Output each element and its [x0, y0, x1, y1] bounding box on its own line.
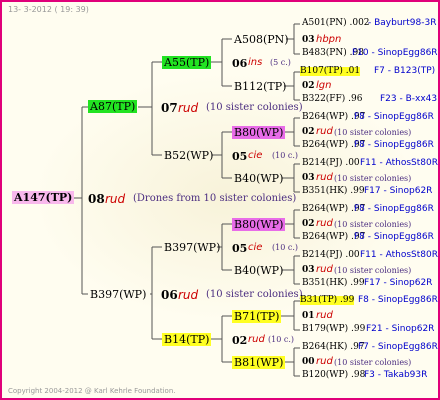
p2b-d-bot-id: B120(WP) .98: [302, 370, 366, 380]
p2a-d-bot-source: F17 - Sinop62R: [364, 278, 433, 288]
p1b-d-note: (10 sister colonies): [334, 174, 412, 183]
node-b80-lower[interactable]: B80(WP): [232, 218, 286, 231]
p2a-d-top-source: F11 - AthosSt80R: [360, 250, 438, 260]
p2b-d-generation: 00: [302, 357, 315, 367]
p2a-d-top-id: B214(PJ) .00: [302, 250, 360, 260]
p1a-d-generation: 02: [302, 81, 315, 91]
p2b-s-top-id: B31(TP) .99: [300, 295, 355, 305]
copyright-footer: Copyright 2004-2012 @ Karl Kehrle Founda…: [8, 387, 176, 395]
p1b-d-top-source: F11 - AthosSt80R: [360, 158, 438, 168]
p1a-d-bot-id: B322(FF) .96: [302, 94, 363, 104]
node-a87[interactable]: A87(TP): [88, 100, 138, 113]
p2b-s-generation: 01: [302, 311, 315, 321]
p1a-queen-mark: ins: [248, 57, 263, 68]
root-queen-node[interactable]: A147(TP): [12, 191, 75, 204]
p1b-s-note: (10 sister colonies): [334, 128, 412, 137]
node-b81[interactable]: B81(WP): [232, 356, 286, 369]
p1-generation: 07: [161, 101, 178, 115]
p1b-s-bot-source: F8 - SinopEgg86R: [354, 140, 434, 150]
p2a-queen-mark: cie: [248, 242, 263, 253]
p1a-d-top-source: F7 - B123(TP): [374, 66, 436, 76]
p1b-s-queen-mark: rud: [316, 126, 333, 137]
p2b-s-queen-mark: rud: [316, 310, 333, 321]
p1a-d-bot-source: F23 - B-xx43: [380, 94, 438, 104]
p1-note: (10 sister colonies): [206, 102, 303, 113]
node-b80-upper[interactable]: B80(WP): [232, 126, 286, 139]
p2a-note: (10 c.): [272, 243, 298, 252]
p2b-d-queen-mark: rud: [316, 356, 333, 367]
node-b52[interactable]: B52(WP): [162, 149, 215, 162]
p1a-generation: 06: [232, 57, 248, 70]
node-a55[interactable]: A55(TP): [162, 56, 212, 69]
p1a-s-bot-source: F10 - SinopEgg86R: [352, 48, 438, 58]
p1-queen-mark: rud: [178, 101, 199, 115]
p2a-s-top-source: F8 - SinopEgg86R: [354, 204, 434, 214]
pedigree-frame: 13- 3-2012 ( 19: 39) Copyright 2004-2012…: [0, 0, 440, 400]
p2b-d-top-id: B264(HK) .97: [302, 342, 365, 352]
p1a-note: (5 c.): [270, 58, 291, 67]
node-b397[interactable]: B397(WP): [88, 288, 148, 301]
p2a-d-queen-mark: rud: [316, 264, 333, 275]
p2a-s-bot-source: F8 - SinopEgg86R: [354, 232, 434, 242]
p2-generation: 06: [161, 288, 178, 302]
root-queen-mark: rud: [105, 192, 126, 206]
node-b71[interactable]: B71(TP): [232, 310, 282, 323]
node-b112[interactable]: B112(TP): [232, 80, 288, 93]
timestamp-header: 13- 3-2012 ( 19: 39): [8, 5, 89, 14]
p2b-s-top-source: F8 - SinopEgg86R: [358, 295, 438, 305]
p1a-s-top-source: - Bayburt98-3R: [368, 18, 437, 28]
p1b-generation: 05: [232, 150, 248, 163]
p2b-queen-mark: rud: [248, 334, 265, 345]
root-generation: 08: [88, 192, 105, 206]
node-b40-upper[interactable]: B40(WP): [232, 172, 285, 185]
p1a-s-top-id: A501(PN) .002: [302, 18, 370, 28]
p1b-queen-mark: cie: [248, 150, 263, 161]
p2b-note: (10 c.): [268, 335, 294, 344]
p2a-generation: 05: [232, 242, 248, 255]
node-b14[interactable]: B14(TP): [162, 333, 212, 346]
p1b-s-top-source: F8 - SinopEgg86R: [354, 112, 434, 122]
root-drone-note: (Drones from 10 sister colonies): [133, 193, 297, 204]
p1a-d-queen-mark: lgn: [316, 80, 332, 91]
p1a-d-top-id: B107(TP) .01: [300, 66, 361, 76]
p2b-d-bot-source: F3 - Takab93R: [364, 370, 428, 380]
p2b-generation: 02: [232, 334, 248, 347]
node-b40-lower[interactable]: B40(WP): [232, 264, 285, 277]
node-a508[interactable]: A508(PN): [232, 33, 291, 46]
p2b-s-bot-source: F21 - Sinop62R: [366, 324, 435, 334]
p1b-d-generation: 03: [302, 173, 315, 183]
p1a-s-queen-mark: hbpn: [316, 34, 342, 45]
p1a-s-generation: 03: [302, 35, 315, 45]
p2a-s-generation: 02: [302, 219, 315, 229]
p2a-s-note: (10 sister colonies): [334, 220, 412, 229]
p2-queen-mark: rud: [178, 288, 199, 302]
p1b-d-top-id: B214(PJ) .00: [302, 158, 360, 168]
p1b-d-bot-source: F17 - Sinop62R: [364, 186, 433, 196]
p2b-d-note: (10 sister colonies): [334, 358, 412, 367]
p2-note: (10 sister colonies): [206, 289, 303, 300]
p1b-d-queen-mark: rud: [316, 172, 333, 183]
p1b-d-bot-id: B351(HK) .99: [302, 186, 365, 196]
p2b-s-bot-id: B179(WP) .99: [302, 324, 366, 334]
p2a-d-note: (10 sister colonies): [334, 266, 412, 275]
p1b-s-generation: 02: [302, 127, 315, 137]
p2b-d-top-source: F7 - SinopEgg86R: [358, 342, 438, 352]
p2a-d-bot-id: B351(HK) .99: [302, 278, 365, 288]
p2a-d-generation: 03: [302, 265, 315, 275]
p2a-s-queen-mark: rud: [316, 218, 333, 229]
node-b397-dam[interactable]: B397(WP): [162, 241, 222, 254]
p1b-note: (10 c.): [272, 151, 298, 160]
